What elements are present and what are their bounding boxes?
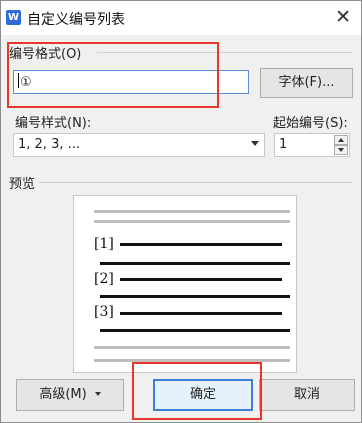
start-number-label: 起始编号(S): bbox=[273, 116, 348, 131]
font-button[interactable]: 字体(F)... bbox=[260, 68, 353, 98]
preview-number: [1] bbox=[94, 236, 114, 252]
number-style-value: 1, 2, 3, ... bbox=[18, 137, 81, 152]
preview-line bbox=[94, 220, 290, 223]
preview-line bbox=[120, 312, 282, 315]
preview-line bbox=[94, 210, 290, 213]
wps-writer-icon: W bbox=[6, 10, 21, 25]
chevron-down-icon bbox=[251, 141, 259, 146]
dialog-title: 自定义编号列表 bbox=[27, 12, 125, 28]
arrow-down-icon bbox=[338, 148, 344, 152]
start-number-stepper[interactable]: 1 bbox=[274, 133, 350, 157]
preview-line bbox=[120, 243, 282, 246]
preview-number: [3] bbox=[94, 304, 114, 320]
preview-number: [2] bbox=[94, 271, 114, 287]
number-style-select[interactable]: 1, 2, 3, ... bbox=[13, 133, 265, 157]
number-format-input[interactable]: ① bbox=[13, 70, 249, 94]
group-divider bbox=[39, 182, 353, 183]
number-style-label: 编号样式(N): bbox=[15, 116, 92, 131]
preview-pane: [1] [2] [3] bbox=[73, 195, 297, 373]
preview-line bbox=[94, 359, 290, 362]
preview-line bbox=[120, 278, 282, 281]
custom-numbering-dialog: W 自定义编号列表 ✕ 编号格式(O) ① 字体(F)... 编号样式(N): … bbox=[0, 0, 362, 423]
advanced-button-label: 高级(M) bbox=[39, 387, 87, 402]
ok-button[interactable]: 确定 bbox=[153, 379, 253, 411]
preview-line bbox=[100, 329, 290, 332]
preview-label: 预览 bbox=[9, 177, 36, 192]
preview-line bbox=[100, 295, 290, 298]
group-divider bbox=[97, 52, 353, 53]
dropdown-arrow-icon bbox=[94, 392, 101, 396]
preview-line bbox=[94, 346, 290, 349]
text-caret bbox=[18, 73, 19, 88]
title-bar: W 自定义编号列表 ✕ bbox=[1, 1, 361, 35]
spin-down-button[interactable] bbox=[334, 145, 348, 155]
number-format-value: ① bbox=[20, 75, 32, 90]
number-format-label: 编号格式(O) bbox=[9, 47, 82, 62]
close-icon[interactable]: ✕ bbox=[335, 6, 351, 28]
preview-line bbox=[100, 262, 290, 265]
cancel-button[interactable]: 取消 bbox=[259, 379, 355, 411]
spin-up-button[interactable] bbox=[334, 135, 348, 145]
start-number-value: 1 bbox=[279, 137, 288, 152]
arrow-up-icon bbox=[338, 138, 344, 142]
advanced-button[interactable]: 高级(M) bbox=[16, 379, 124, 411]
